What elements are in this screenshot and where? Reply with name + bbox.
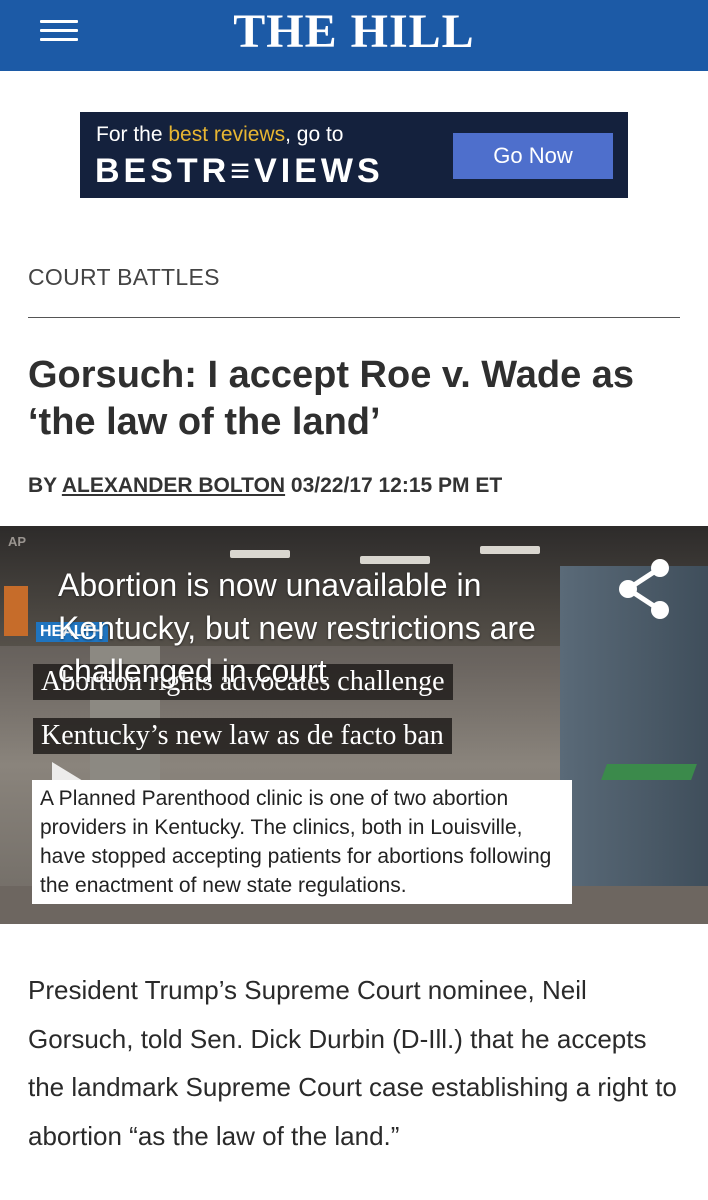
section-label[interactable]: COURT BATTLES	[28, 264, 220, 291]
author-link[interactable]: ALEXANDER BOLTON	[62, 474, 285, 497]
site-header: THE HILL	[0, 0, 708, 71]
timestamp: 03/22/17 12:15 PM ET	[285, 474, 503, 497]
video-frame-light	[230, 550, 290, 558]
byline-prefix: BY	[28, 474, 62, 497]
article-body: President Trump’s Supreme Court nominee,…	[28, 975, 677, 1151]
video-frame-object	[601, 764, 697, 780]
byline: BY ALEXANDER BOLTON 03/22/17 12:15 PM ET	[28, 474, 502, 498]
advertisement-banner[interactable]: For the best reviews, go to BESTR≡VIEWS …	[80, 112, 628, 198]
section-divider	[28, 317, 680, 318]
video-title: Abortion is now unavailable in Kentucky,…	[58, 567, 536, 689]
share-icon[interactable]	[614, 556, 674, 622]
video-frame-sign	[4, 586, 28, 636]
video-frame-light	[480, 546, 540, 554]
ad-go-now-button[interactable]: Go Now	[453, 133, 613, 179]
video-chyron-2: Kentucky’s new law as de facto ban	[33, 718, 452, 754]
ad-brand-logo: BESTR≡VIEWS	[95, 152, 384, 190]
video-frame-light	[360, 556, 430, 564]
video-player[interactable]: AP HEALTH Abortion rights advocates chal…	[0, 526, 708, 924]
video-caption: A Planned Parenthood clinic is one of tw…	[32, 780, 572, 904]
article-headline: Gorsuch: I accept Roe v. Wade as ‘the la…	[28, 354, 635, 443]
ap-watermark: AP	[8, 534, 27, 549]
ad-tagline: For the best reviews, go to	[96, 123, 344, 146]
site-logo[interactable]: THE HILL	[0, 4, 708, 59]
